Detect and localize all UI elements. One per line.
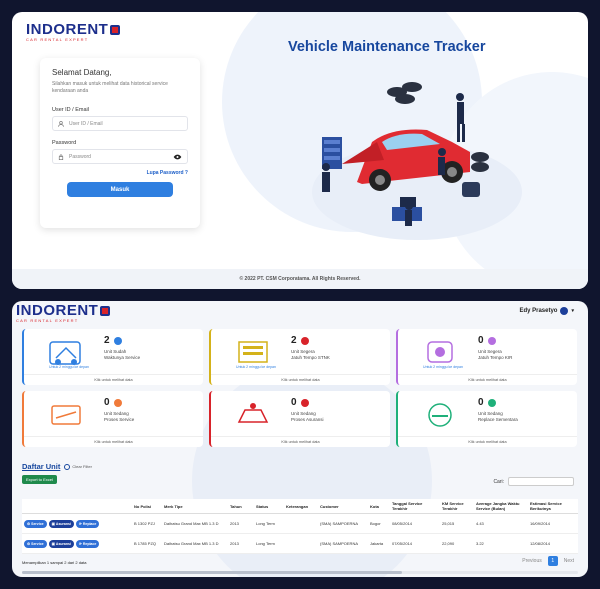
card-count: 0 [478, 397, 484, 408]
avatar-icon [560, 307, 569, 315]
table-row: ⚙ Service ▣ Asuransi ⟳ Replace B 1302 PZJ … [22, 514, 578, 534]
dashboard-panel: INDORENT CAR RENTAL EXPERT Edy Prasetyo … [12, 301, 588, 577]
chevron-down-icon: ▾ [571, 308, 574, 314]
card-more-link[interactable]: Klik untuk melihat data [211, 436, 390, 444]
card-count: 2 [104, 335, 110, 346]
table-row: ⚙ Service ▣ Asuransi ⟳ Replace B 1785 PZQ … [22, 534, 578, 554]
eye-icon[interactable] [173, 154, 182, 160]
card-label: Unit Sedang Proses Service [104, 411, 135, 422]
login-button[interactable]: Masuk [67, 182, 173, 197]
export-excel-button[interactable]: Export to Excel [22, 475, 57, 484]
wrench-icon [113, 398, 122, 407]
unit-table: No Polisi Merk Tipe Tahun Status Keteran… [22, 499, 578, 554]
card-label: Unit Sedang Replace Sementara [478, 411, 518, 422]
user-menu[interactable]: Edy Prasetyo ▾ [519, 307, 574, 315]
card-more-link[interactable]: Klik untuk melihat data [398, 374, 577, 382]
card-count: 0 [291, 397, 297, 408]
next-page-button[interactable]: Next [564, 558, 574, 564]
card-replacement[interactable]: 0 Unit Sedang Replace Sementara Klik untu… [396, 391, 577, 447]
process-service-illustration-icon [51, 405, 81, 425]
screen: INDORENT CAR RENTAL EXPERT Selamat Datan… [0, 0, 600, 589]
card-stnk-due[interactable]: Untuk 2 minggu ke depan 2 Unit Segera Jat… [209, 329, 390, 385]
card-label: Unit Segera Jatuh Tempo STNK [291, 349, 330, 360]
scrollbar-thumb[interactable] [22, 571, 402, 574]
unit-list-heading: Daftar Unit Clear Filter [22, 462, 92, 471]
vehicle-maintenance-illustration [312, 82, 522, 240]
filter-icon [64, 463, 71, 470]
user-icon [58, 120, 64, 127]
replace-button[interactable]: ⟳ Replace [75, 539, 100, 548]
login-form: Selamat Datang, Silahkan masuk untuk mel… [40, 58, 200, 228]
logo: INDORENT CAR RENTAL EXPERT [16, 303, 111, 323]
page-title: Vehicle Maintenance Tracker [288, 39, 486, 55]
alert-icon [300, 336, 309, 345]
prev-page-button[interactable]: Previous [522, 558, 541, 564]
user-label: User ID / Email [52, 107, 89, 113]
card-more-link[interactable]: Klik untuk melihat data [24, 436, 203, 444]
card-count: 0 [104, 397, 110, 408]
clock-icon [113, 336, 122, 345]
card-label: Unit Sedang Proses Asuransi [291, 411, 324, 422]
table-info: Menampilkan 1 sampai 2 dari 2 data [22, 560, 87, 565]
card-service-process[interactable]: 0 Unit Sedang Proses Service Klik untuk m… [22, 391, 203, 447]
logo-badge-icon [100, 306, 111, 316]
table-header: No Polisi Merk Tipe Tahun Status Keteran… [22, 499, 578, 514]
card-label: Unit Segera Jatuh Tempo KIR [478, 349, 513, 360]
password-label: Password [52, 140, 77, 146]
login-footer: © 2022 PT. CSM Corporatama. All Rights R… [12, 269, 588, 289]
login-subtitle: Silahkan masuk untuk melihat data histor… [52, 81, 168, 94]
alert-icon [300, 398, 309, 407]
swap-icon [487, 398, 496, 407]
user-name: Edy Prasetyo [519, 308, 558, 314]
search-box: Cari: [493, 477, 574, 486]
replace-button[interactable]: ⟳ Replace [75, 519, 100, 528]
replacement-illustration-icon [428, 403, 452, 427]
forgot-password-link[interactable]: Lupa Password ? [52, 170, 188, 176]
insurance-button[interactable]: ▣ Asuransi [48, 519, 74, 528]
lock-icon [58, 153, 64, 160]
card-more-link[interactable]: Klik untuk melihat data [398, 436, 577, 444]
pagination: Previous 1 Next [522, 556, 574, 566]
user-field[interactable]: User ID / Email [52, 116, 188, 131]
logo-badge-icon [110, 25, 121, 35]
card-service-due[interactable]: Untuk 2 minggu ke depan 2 Unit Sudah Wakt… [22, 329, 203, 385]
card-kir-due[interactable]: Untuk 2 minggu ke depan 0 Unit Segera Jat… [396, 329, 577, 385]
summary-cards: Untuk 2 minggu ke depan 2 Unit Sudah Wakt… [22, 329, 578, 447]
card-insurance-process[interactable]: 0 Unit Sedang Proses Asuransi Klik untuk … [209, 391, 390, 447]
service-button[interactable]: ⚙ Service [24, 539, 47, 548]
insurance-button[interactable]: ▣ Asuransi [48, 539, 74, 548]
insurance-illustration-icon [237, 403, 269, 423]
password-field[interactable]: Password [52, 149, 188, 164]
login-panel: INDORENT CAR RENTAL EXPERT Selamat Datan… [12, 12, 588, 289]
search-input[interactable] [508, 477, 574, 486]
clear-filter-button[interactable]: Clear Filter [64, 463, 92, 470]
logo: INDORENT CAR RENTAL EXPERT [26, 22, 121, 42]
service-button[interactable]: ⚙ Service [24, 519, 47, 528]
horizontal-scrollbar[interactable] [22, 571, 578, 574]
card-label: Unit Sudah Waktunya Service [104, 349, 141, 360]
greeting: Selamat Datang, [52, 68, 112, 77]
clock-icon [487, 336, 496, 345]
card-count: 0 [478, 335, 484, 346]
card-count: 2 [291, 335, 297, 346]
page-button[interactable]: 1 [547, 556, 558, 566]
card-more-link[interactable]: Klik untuk melihat data [211, 374, 390, 382]
card-more-link[interactable]: Klik untuk melihat data [24, 374, 203, 382]
